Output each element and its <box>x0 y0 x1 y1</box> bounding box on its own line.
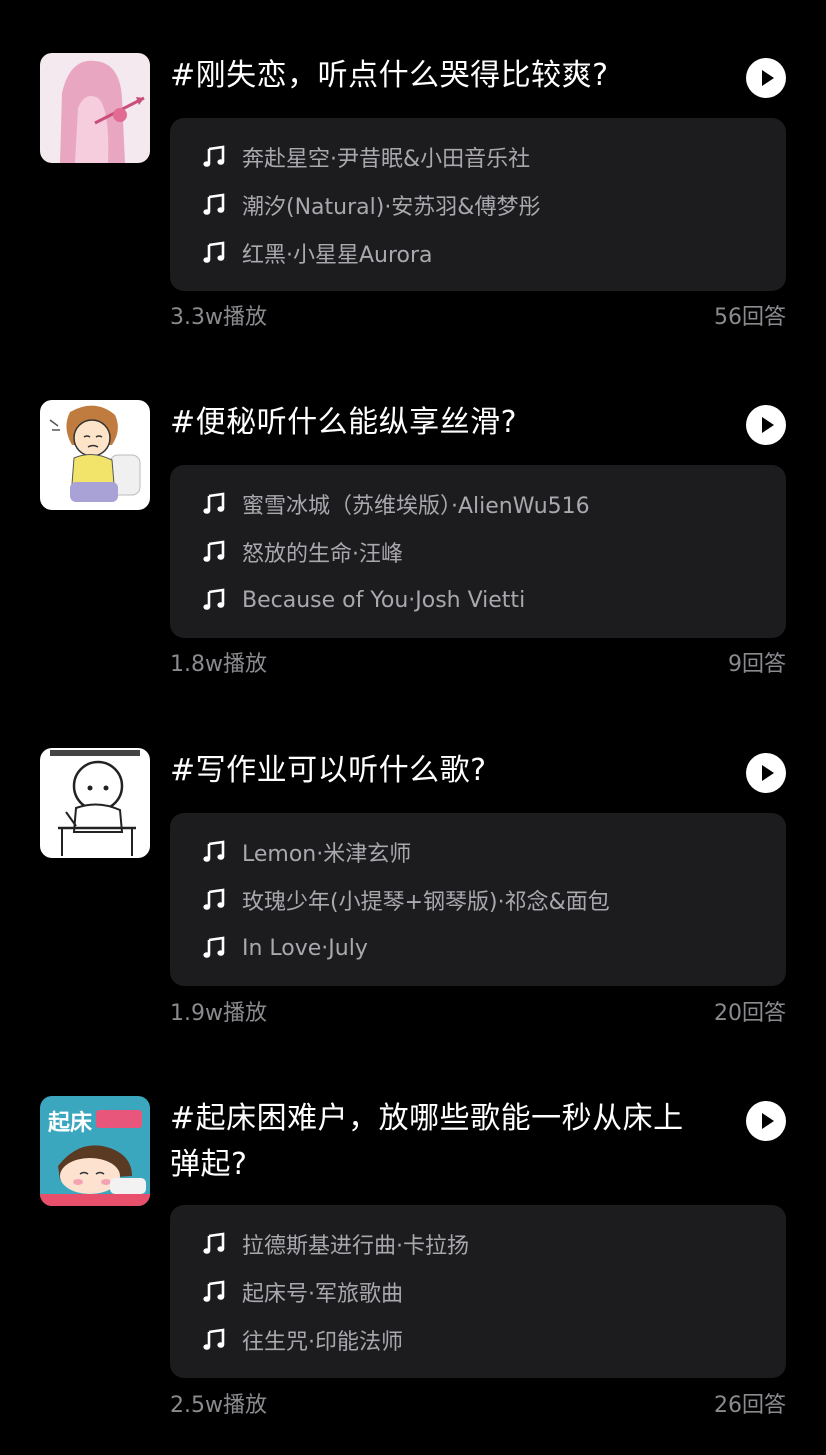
thumbnail-text: 起床 <box>47 1110 93 1136</box>
song-item[interactable]: Lemon·米津玄师 <box>202 837 411 867</box>
song-item[interactable]: 潮汐(Natural)·安苏羽&傅梦彤 <box>202 190 540 220</box>
song-label: 怒放的生命·汪峰 <box>242 542 403 567</box>
topic-title[interactable]: #便秘听什么能纵享丝滑? <box>170 400 700 446</box>
play-icon <box>762 765 774 781</box>
topic-stats: 1.9w播放 20回答 <box>170 999 786 1029</box>
music-note-icon <box>202 888 226 912</box>
song-item[interactable]: 起床号·军旅歌曲 <box>202 1277 403 1307</box>
song-item[interactable]: 奔赴星空·尹昔眠&小田音乐社 <box>202 142 530 172</box>
cartoon-doing-homework-image <box>40 748 150 858</box>
play-icon <box>762 70 774 86</box>
music-note-icon <box>202 840 226 864</box>
song-label: Lemon·米津玄师 <box>242 842 412 867</box>
song-item[interactable]: 红黑·小星星Aurora <box>202 238 433 268</box>
song-item[interactable]: 怒放的生命·汪峰 <box>202 537 403 567</box>
song-label: 拉德斯基进行曲·卡拉扬 <box>242 1234 469 1259</box>
song-label: 玫瑰少年(小提琴+钢琴版)·祁念&面包 <box>242 890 610 915</box>
music-note-icon <box>202 1280 226 1304</box>
song-item[interactable]: 蜜雪冰城（苏维埃版）·AlienWu516 <box>202 489 590 519</box>
music-note-icon <box>202 193 226 217</box>
play-button[interactable] <box>746 1101 786 1141</box>
music-note-icon <box>202 145 226 169</box>
song-item[interactable]: 玫瑰少年(小提琴+钢琴版)·祁念&面包 <box>202 885 610 915</box>
song-label: 起床号·军旅歌曲 <box>242 1282 403 1307</box>
topic-thumbnail[interactable] <box>40 748 150 858</box>
song-item[interactable]: 往生咒·印能法师 <box>202 1325 403 1355</box>
play-button[interactable] <box>746 753 786 793</box>
topic-thumbnail[interactable] <box>40 53 150 163</box>
topic-title[interactable]: #起床困难户，放哪些歌能一秒从床上弹起? <box>170 1096 700 1188</box>
topic-thumbnail[interactable]: 起床 <box>40 1096 150 1206</box>
music-note-icon <box>202 936 226 960</box>
music-note-icon <box>202 241 226 265</box>
answer-count[interactable]: 26回答 <box>714 1391 786 1421</box>
song-list: 拉德斯基进行曲·卡拉扬 起床号·军旅歌曲 往生咒·印能法师 <box>170 1205 786 1378</box>
song-label: 红黑·小星星Aurora <box>242 243 433 268</box>
song-item[interactable]: Because of You·Josh Vietti <box>202 585 525 615</box>
song-label: 往生咒·印能法师 <box>242 1330 403 1355</box>
answer-count[interactable]: 56回答 <box>714 303 786 333</box>
topic-title[interactable]: #刚失恋，听点什么哭得比较爽? <box>170 53 700 99</box>
heartbroken-girl-image <box>40 53 150 163</box>
play-button[interactable] <box>746 405 786 445</box>
play-icon <box>762 1113 774 1129</box>
cartoon-girl-bed-image: 起床 <box>40 1096 150 1206</box>
music-note-icon <box>202 588 226 612</box>
topic-title[interactable]: #写作业可以听什么歌? <box>170 748 700 794</box>
song-label: Because of You·Josh Vietti <box>242 587 526 613</box>
topic-stats: 2.5w播放 26回答 <box>170 1391 786 1421</box>
song-label: 奔赴星空·尹昔眠&小田音乐社 <box>242 147 531 172</box>
topic-stats: 1.8w播放 9回答 <box>170 650 786 680</box>
play-count: 3.3w播放 <box>170 305 267 330</box>
play-count: 2.5w播放 <box>170 1393 267 1418</box>
song-label: In Love·July <box>242 935 368 961</box>
play-icon <box>762 417 774 433</box>
answer-count[interactable]: 9回答 <box>728 650 786 680</box>
play-count: 1.8w播放 <box>170 652 267 677</box>
play-button[interactable] <box>746 58 786 98</box>
song-item[interactable]: In Love·July <box>202 933 368 963</box>
music-note-icon <box>202 1232 226 1256</box>
song-item[interactable]: 拉德斯基进行曲·卡拉扬 <box>202 1229 469 1259</box>
topic-thumbnail[interactable] <box>40 400 150 510</box>
answer-count[interactable]: 20回答 <box>714 999 786 1029</box>
music-note-icon <box>202 540 226 564</box>
topic-stats: 3.3w播放 56回答 <box>170 303 786 333</box>
song-list: 蜜雪冰城（苏维埃版）·AlienWu516 怒放的生命·汪峰 Because o… <box>170 465 786 638</box>
song-list: Lemon·米津玄师 玫瑰少年(小提琴+钢琴版)·祁念&面包 In Love·J… <box>170 813 786 986</box>
play-count: 1.9w播放 <box>170 1001 267 1026</box>
song-label: 潮汐(Natural)·安苏羽&傅梦彤 <box>242 195 541 220</box>
song-label: 蜜雪冰城（苏维埃版）·AlienWu516 <box>242 494 590 519</box>
cartoon-girl-toilet-image <box>40 400 150 510</box>
song-list: 奔赴星空·尹昔眠&小田音乐社 潮汐(Natural)·安苏羽&傅梦彤 红黑·小星… <box>170 118 786 291</box>
music-note-icon <box>202 1328 226 1352</box>
music-note-icon <box>202 492 226 516</box>
